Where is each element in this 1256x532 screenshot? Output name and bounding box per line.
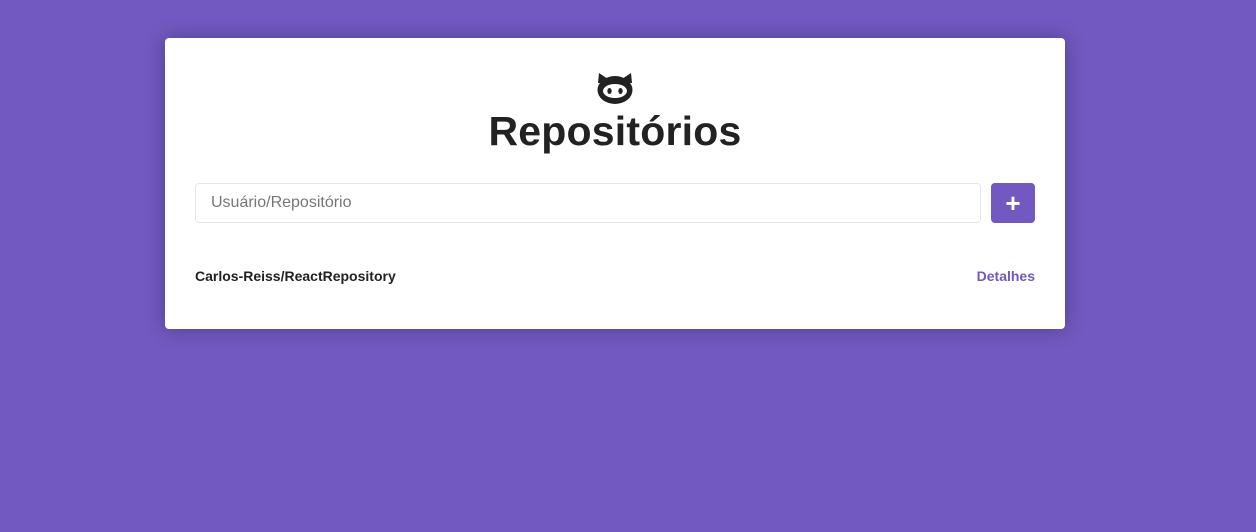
page-title: Repositórios xyxy=(488,108,742,154)
add-repository-button[interactable]: + xyxy=(991,183,1035,223)
repository-list: Carlos-Reiss/ReactRepository Detalhes xyxy=(195,256,1035,296)
main-card: Repositórios + Carlos-Reiss/ReactReposit… xyxy=(165,38,1065,329)
details-link[interactable]: Detalhes xyxy=(977,268,1035,284)
repository-input[interactable] xyxy=(195,183,981,223)
page-header: Repositórios xyxy=(165,70,1065,154)
repository-name: Carlos-Reiss/ReactRepository xyxy=(195,268,396,284)
list-item: Carlos-Reiss/ReactRepository Detalhes xyxy=(195,256,1035,296)
add-repository-form: + xyxy=(195,183,1035,223)
github-icon xyxy=(597,73,633,104)
